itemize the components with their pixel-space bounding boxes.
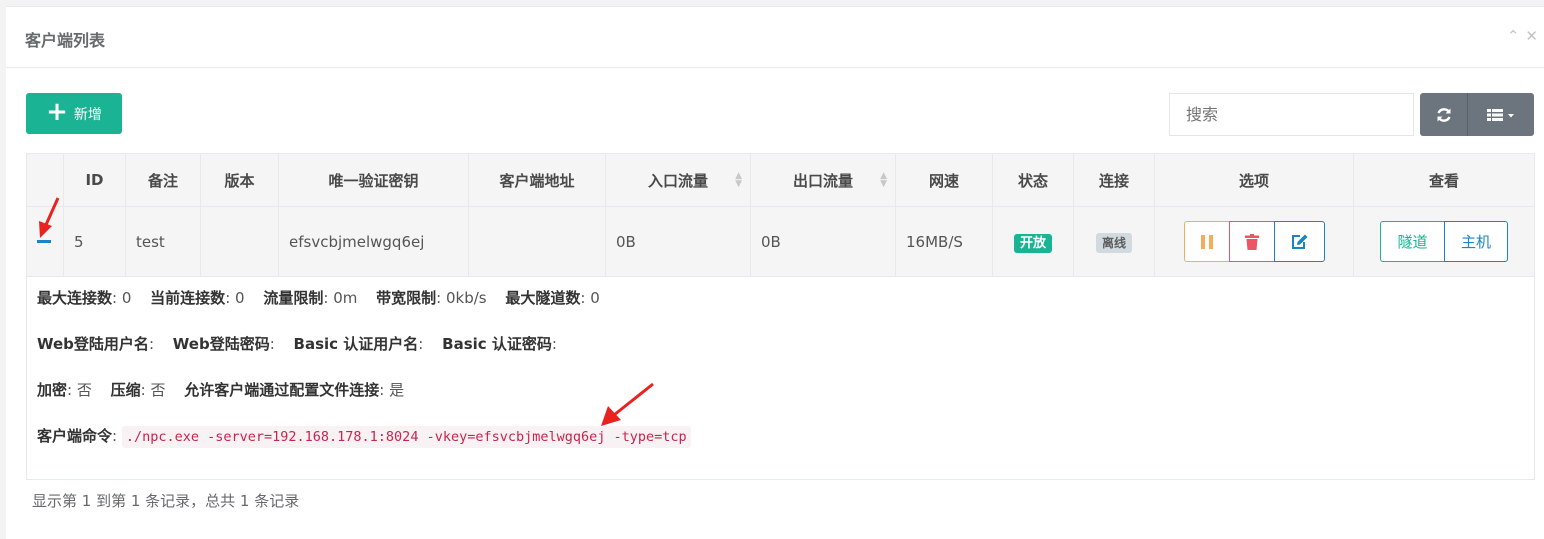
flow-limit-label: 流量限制 [263,289,324,307]
detail-line-limits: 最大连接数: 0 当前连接数: 0 流量限制: 0m 带宽限制: 0kb/s 最… [37,289,600,307]
add-button-label: 新增 [73,106,102,123]
header-in-flow-label: 入口流量 [647,171,708,190]
row-collapse-toggle[interactable] [26,206,64,277]
detail-line-options: 加密: 否 压缩: 否 允许客户端通过配置文件连接: 是 [37,381,405,399]
cell-id: 5 [63,206,126,277]
cmd-label: 客户端命令 [37,427,113,445]
pagination-summary: 显示第 1 到第 1 条记录，总共 1 条记录 [32,492,300,510]
add-button[interactable]: + 新增 [26,93,122,134]
columns-icon [1487,108,1514,121]
max-conn-value: 0 [121,289,132,307]
detail-line-command: 客户端命令: ./npc.exe -server=192.168.178.1:8… [37,425,1524,471]
table-row[interactable]: 5 test efsvcbjmelwgq6ej 0B 0B 16MB/S 开放 … [26,206,1535,277]
cur-conn-label: 当前连接数 [150,289,226,307]
header-view[interactable]: 查看 [1353,153,1535,207]
config-conn-label: 允许客户端通过配置文件连接 [184,381,380,399]
cell-in-flow: 0B [605,206,751,277]
crypt-label: 加密 [37,381,68,399]
connection-badge: 离线 [1095,232,1132,253]
refresh-button[interactable] [1420,93,1468,136]
search-input[interactable] [1169,93,1414,136]
header-options[interactable]: 选项 [1154,153,1354,207]
compress-value: 否 [150,381,166,399]
table-header-row: ID 备注 版本 唯一验证密钥 客户端地址 入口流量 ▲ ▼ 出口流量 ▲ ▼ 网速 状… [26,153,1535,207]
web-pass-label: Web登陆密码 [172,335,270,353]
header-expand [26,153,64,207]
cell-view: 隧道 主机 [1353,206,1535,277]
trash-icon [1244,233,1259,250]
basic-user-label: Basic 认证用户名 [293,335,419,353]
plus-icon: + [46,97,68,127]
max-conn-label: 最大连接数 [37,289,113,307]
status-badge: 开放 [1013,234,1052,253]
panel-tools: ⌃✕ [1507,27,1544,45]
basic-pass-label: Basic 认证密码 [442,335,552,353]
collapse-icon[interactable]: ⌃ [1507,27,1526,45]
crypt-value: 否 [76,381,92,399]
cell-address [468,206,606,277]
close-icon[interactable]: ✕ [1525,27,1544,45]
edit-button[interactable] [1273,221,1325,262]
cell-remark: test [125,206,201,277]
table-toolbar [1420,93,1534,136]
cell-options [1154,206,1354,277]
refresh-icon [1436,107,1451,122]
client-table: ID 备注 版本 唯一验证密钥 客户端地址 入口流量 ▲ ▼ 出口流量 ▲ ▼ 网速 状… [26,153,1535,480]
max-tunnel-value: 0 [590,289,600,307]
header-version[interactable]: 版本 [200,153,279,207]
header-in-flow[interactable]: 入口流量 ▲ ▼ [605,153,751,207]
rate-limit-label: 带宽限制 [376,289,437,307]
edit-icon [1291,234,1307,249]
cell-out-flow: 0B [750,206,896,277]
cell-vkey: efsvcbjmelwgq6ej [278,206,469,277]
columns-toggle-button[interactable] [1468,93,1534,136]
config-conn-value: 是 [389,381,405,399]
panel-header: 客户端列表 ⌃✕ [6,7,1544,68]
detail-line-auth: Web登陆用户名: Web登陆密码: Basic 认证用户名: Basic 认证… [37,335,557,353]
cell-version [200,206,279,277]
cur-conn-value: 0 [235,289,245,307]
header-status[interactable]: 状态 [992,153,1074,207]
sort-icon: ▲ ▼ [880,171,887,189]
host-button[interactable]: 主机 [1444,221,1508,262]
cell-status: 开放 [992,206,1074,277]
minus-icon [37,240,51,243]
pause-button[interactable] [1183,221,1230,262]
detail-cell: 最大连接数: 0 当前连接数: 0 流量限制: 0m 带宽限制: 0kb/s 最… [26,276,1535,480]
header-out-flow-label: 出口流量 [792,171,853,190]
rate-limit-value: 0kb/s [445,289,487,307]
cell-conn: 离线 [1073,206,1155,277]
header-rate[interactable]: 网速 [895,153,993,207]
view-group: 隧道 主机 [1354,221,1534,262]
header-out-flow[interactable]: 出口流量 ▲ ▼ [750,153,896,207]
panel-title: 客户端列表 [25,31,106,50]
compress-label: 压缩 [110,381,141,399]
pause-icon [1200,234,1213,249]
options-group [1155,221,1353,262]
detail-row: 最大连接数: 0 当前连接数: 0 流量限制: 0m 带宽限制: 0kb/s 最… [26,276,1535,480]
max-tunnel-label: 最大隧道数 [505,289,581,307]
client-command[interactable]: ./npc.exe -server=192.168.178.1:8024 -vk… [121,426,691,448]
flow-limit-value: 0m [333,289,358,307]
web-user-label: Web登陆用户名 [37,335,149,353]
header-id[interactable]: ID [63,153,126,207]
header-remark[interactable]: 备注 [125,153,201,207]
header-address[interactable]: 客户端地址 [468,153,606,207]
cell-rate: 16MB/S [895,206,993,277]
delete-button[interactable] [1228,221,1275,262]
header-conn[interactable]: 连接 [1073,153,1155,207]
header-vkey[interactable]: 唯一验证密钥 [278,153,469,207]
tunnel-button[interactable]: 隧道 [1380,221,1445,262]
sort-icon: ▲ ▼ [735,171,742,189]
